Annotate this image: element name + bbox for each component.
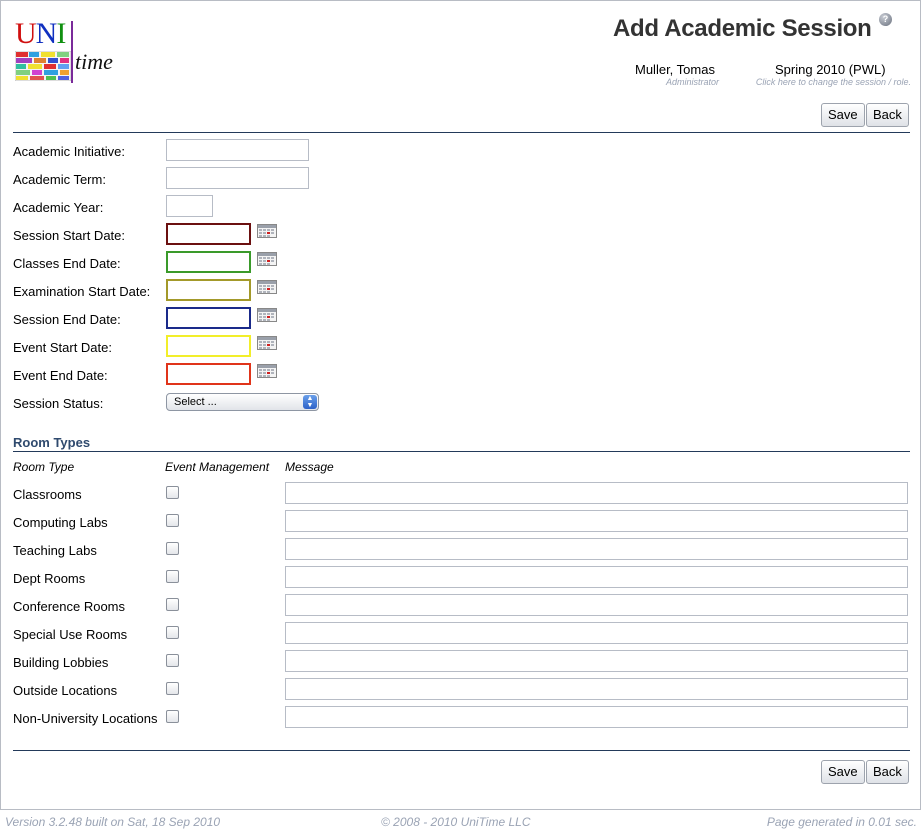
page-generated-time: Page generated in 0.01 sec. xyxy=(766,815,917,829)
event-management-checkbox[interactable] xyxy=(166,542,179,555)
academic-term-label: Academic Term: xyxy=(13,172,106,187)
event-start-date-input[interactable] xyxy=(166,335,251,357)
logo-timetable-grid-icon xyxy=(15,51,71,81)
room-types-title: Room Types xyxy=(13,435,91,450)
event-management-checkbox[interactable] xyxy=(166,626,179,639)
room-type-name: Non-University Locations xyxy=(13,711,158,726)
logo-uni-text: UNI xyxy=(15,17,66,50)
event-management-checkbox[interactable] xyxy=(166,598,179,611)
classes-end-date-label: Classes End Date: xyxy=(13,256,121,271)
classes-end-date-input[interactable] xyxy=(166,251,251,273)
event-end-date-input[interactable] xyxy=(166,363,251,385)
calendar-icon[interactable] xyxy=(257,252,277,266)
session-end-date-input[interactable] xyxy=(166,307,251,329)
session-status-label: Session Status: xyxy=(13,396,104,411)
calendar-icon[interactable] xyxy=(257,308,277,322)
page-title: Add Academic Session xyxy=(613,15,872,42)
bottom-divider xyxy=(13,750,910,751)
logo-time-text: time xyxy=(75,49,113,74)
help-icon[interactable]: ? xyxy=(879,13,892,26)
event-end-date-label: Event End Date: xyxy=(13,368,108,383)
room-type-name: Building Lobbies xyxy=(13,655,109,670)
save-button-top[interactable]: Save xyxy=(821,103,865,127)
event-management-checkbox[interactable] xyxy=(166,710,179,723)
room-type-name: Classrooms xyxy=(13,487,82,502)
change-session-link[interactable]: Click here to change the session / role. xyxy=(701,77,911,87)
user-name[interactable]: Muller, Tomas xyxy=(635,62,715,77)
room-type-message-input[interactable] xyxy=(285,594,908,616)
room-type-name: Teaching Labs xyxy=(13,543,97,558)
session-start-date-label: Session Start Date: xyxy=(13,228,125,243)
event-management-checkbox[interactable] xyxy=(166,682,179,695)
examination-start-date-input[interactable] xyxy=(166,279,251,301)
copyright-link[interactable]: © 2008 - 2010 UniTime LLC xyxy=(381,815,530,829)
calendar-icon[interactable] xyxy=(257,336,277,350)
event-management-column-header: Event Management xyxy=(165,460,270,474)
examination-start-date-label: Examination Start Date: xyxy=(13,284,151,299)
page-frame: UNI time Add Academic Session ? Muller, … xyxy=(0,0,921,810)
academic-term-input[interactable] xyxy=(166,167,309,189)
back-button-top[interactable]: Back xyxy=(866,103,909,127)
room-types-divider xyxy=(13,451,910,452)
room-type-message-input[interactable] xyxy=(285,650,908,672)
room-type-message-input[interactable] xyxy=(285,538,908,560)
version-info: Version 3.2.48 built on Sat, 18 Sep 2010 xyxy=(5,815,221,829)
session-status-select[interactable]: Select ... ▲ ▼ xyxy=(166,393,319,411)
academic-year-label: Academic Year: xyxy=(13,200,104,215)
calendar-icon[interactable] xyxy=(257,280,277,294)
event-management-checkbox[interactable] xyxy=(166,654,179,667)
event-management-checkbox[interactable] xyxy=(166,570,179,583)
back-button-bottom[interactable]: Back xyxy=(866,760,909,784)
room-type-column-header: Room Type xyxy=(13,460,75,474)
room-type-message-input[interactable] xyxy=(285,566,908,588)
room-type-message-input[interactable] xyxy=(285,706,908,728)
room-type-message-input[interactable] xyxy=(285,622,908,644)
room-type-message-input[interactable] xyxy=(285,482,908,504)
calendar-icon[interactable] xyxy=(257,224,277,238)
event-management-checkbox[interactable] xyxy=(166,514,179,527)
event-management-checkbox[interactable] xyxy=(166,486,179,499)
room-type-name: Dept Rooms xyxy=(13,571,86,586)
save-button-bottom[interactable]: Save xyxy=(821,760,865,784)
session-status-selected: Select ... xyxy=(174,396,217,408)
logo-divider xyxy=(71,21,73,83)
room-type-name: Special Use Rooms xyxy=(13,627,128,642)
select-arrows-icon: ▲ ▼ xyxy=(303,395,317,409)
header-divider xyxy=(13,132,910,133)
academic-year-input[interactable] xyxy=(166,195,213,217)
session-name[interactable]: Spring 2010 (PWL) xyxy=(775,62,886,77)
unitime-logo[interactable]: UNI time xyxy=(13,19,123,83)
room-type-message-input[interactable] xyxy=(285,678,908,700)
room-type-name: Computing Labs xyxy=(13,515,108,530)
room-type-message-input[interactable] xyxy=(285,510,908,532)
session-start-date-input[interactable] xyxy=(166,223,251,245)
academic-initiative-input[interactable] xyxy=(166,139,309,161)
session-end-date-label: Session End Date: xyxy=(13,312,121,327)
room-type-name: Outside Locations xyxy=(13,683,118,698)
message-column-header: Message xyxy=(285,460,334,474)
room-type-name: Conference Rooms xyxy=(13,599,125,614)
academic-initiative-label: Academic Initiative: xyxy=(13,144,125,159)
calendar-icon[interactable] xyxy=(257,364,277,378)
event-start-date-label: Event Start Date: xyxy=(13,340,112,355)
